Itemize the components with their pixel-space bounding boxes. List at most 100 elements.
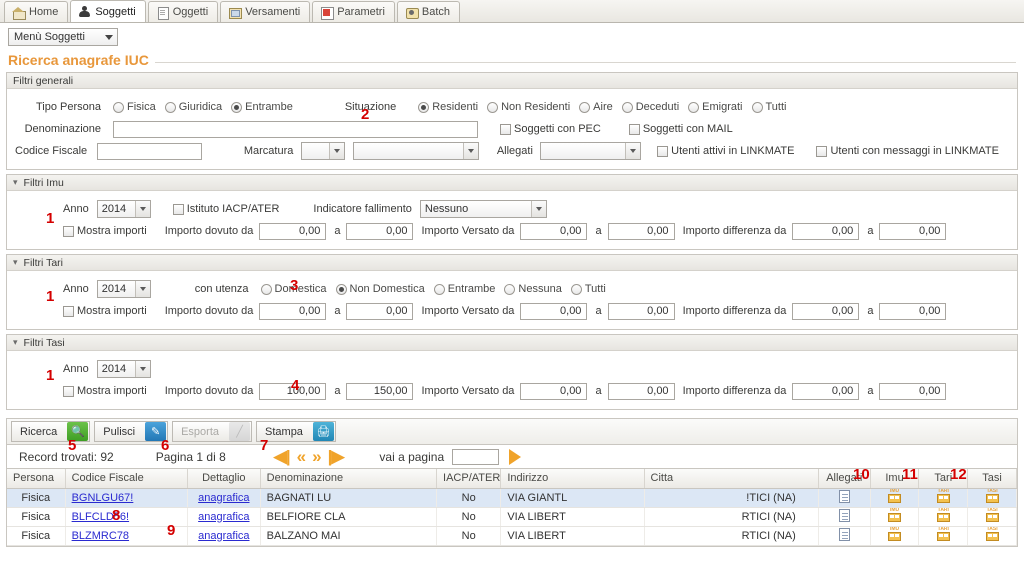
codice-fiscale-link[interactable]: BGNLGU67! (72, 492, 134, 504)
col-denominazione[interactable]: Denominazione (260, 469, 438, 489)
ricerca-button[interactable]: Ricerca 🔍 (11, 421, 91, 442)
radio-tipo-fisica[interactable]: Fisica (113, 101, 156, 113)
attachment-icon[interactable] (838, 508, 850, 522)
radio-tipo-entrambe[interactable]: Entrambe (231, 101, 293, 113)
imu-versato-a-input[interactable] (607, 222, 675, 240)
radio-tipo-giuridica[interactable]: Giuridica (164, 101, 222, 113)
table-row[interactable]: Fisica BGNLGU67! anagrafica BAGNATI LU N… (7, 488, 1017, 508)
checkbox-utenti-attivi-linkmate[interactable]: Utenti attivi in LINKMATE (657, 145, 794, 157)
go-button[interactable] (509, 448, 522, 465)
radio-utenza-tutti[interactable]: Tutti (570, 283, 606, 295)
cell-tasi[interactable]: TASI (967, 526, 1017, 546)
checkbox-utenti-messaggi-linkmate[interactable]: Utenti con messaggi in LINKMATE (816, 145, 999, 157)
cell-allegati[interactable] (818, 526, 871, 546)
marcatura-detail-select[interactable] (352, 142, 479, 160)
cell-imu[interactable]: IMU (870, 488, 920, 508)
next-page-button[interactable]: » (312, 447, 322, 467)
imu-anno-select[interactable]: 2014 (96, 200, 151, 218)
indicatore-fallimento-select[interactable]: Nessuno (419, 200, 547, 218)
imu-icon[interactable]: IMU (887, 526, 902, 542)
tasi-icon[interactable]: TASI (985, 526, 1000, 542)
checkbox-tari-mostra-importi[interactable]: Mostra importi (63, 305, 147, 317)
tari-differenza-a-input[interactable] (879, 302, 947, 320)
checkbox-istituto-iacp-ater[interactable]: Istituto IACP/ATER (172, 203, 279, 215)
tasi-differenza-da-input[interactable] (792, 382, 860, 400)
imu-icon[interactable]: IMU (887, 507, 902, 523)
radio-situazione-aire[interactable]: Aire (579, 101, 613, 113)
attachment-icon[interactable] (838, 489, 850, 503)
col-iacp-ater[interactable]: IACP/ATER (436, 469, 502, 489)
tasi-differenza-a-input[interactable] (879, 382, 947, 400)
imu-icon[interactable]: IMU (887, 488, 902, 504)
col-indirizzo[interactable]: Indirizzo (500, 469, 645, 489)
cell-tari[interactable]: TARI (918, 526, 969, 546)
radio-situazione-non-residenti[interactable]: Non Residenti (487, 101, 570, 113)
cell-imu[interactable]: IMU (870, 526, 920, 546)
anagrafica-link[interactable]: anagrafica (198, 492, 249, 504)
tasi-icon[interactable]: TASI (985, 488, 1000, 504)
tasi-icon[interactable]: TASI (985, 507, 1000, 523)
tari-icon[interactable]: TARI (936, 507, 951, 523)
radio-situazione-residenti[interactable]: Residenti (418, 101, 478, 113)
prev-page-button[interactable]: « (297, 447, 307, 467)
col-tasi[interactable]: Tasi (967, 469, 1017, 489)
cell-tari[interactable]: TARI (918, 507, 969, 527)
table-row[interactable]: Fisica BLZMRC78 anagrafica BALZANO MAI N… (7, 526, 1017, 546)
allegati-select[interactable] (539, 142, 642, 160)
panel-filtri-generali-header[interactable]: Filtri generali (7, 73, 1017, 89)
panel-filtri-tari-header[interactable]: ▾ Filtri Tari (7, 255, 1017, 271)
codice-fiscale-input[interactable] (96, 142, 202, 160)
checkbox-soggetti-mail[interactable]: Soggetti con MAIL (628, 123, 733, 135)
radio-situazione-deceduti[interactable]: Deceduti (621, 101, 679, 113)
tasi-versato-da-input[interactable] (520, 382, 588, 400)
marcatura-select[interactable] (301, 142, 345, 160)
tasi-versato-a-input[interactable] (607, 382, 675, 400)
panel-filtri-imu-header[interactable]: ▾ Filtri Imu (7, 175, 1017, 191)
tari-dovuto-da-input[interactable] (259, 302, 327, 320)
radio-utenza-entrambe[interactable]: Entrambe (433, 283, 495, 295)
col-codice-fiscale[interactable]: Codice Fiscale (65, 469, 189, 489)
col-dettaglio[interactable]: Dettaglio (187, 469, 261, 489)
tab-batch[interactable]: Batch (396, 1, 461, 22)
first-page-button[interactable]: ◀| (274, 447, 291, 467)
tari-versato-da-input[interactable] (520, 302, 588, 320)
tab-home[interactable]: Home (4, 1, 69, 22)
tari-versato-a-input[interactable] (607, 302, 675, 320)
tab-soggetti[interactable]: Soggetti (70, 0, 146, 22)
denominazione-input[interactable] (113, 120, 478, 138)
tari-dovuto-a-input[interactable] (346, 302, 414, 320)
codice-fiscale-link[interactable]: BLFCLD56! (72, 511, 129, 523)
checkbox-tasi-mostra-importi[interactable]: Mostra importi (63, 385, 147, 397)
col-citta[interactable]: Citta (644, 469, 819, 489)
imu-differenza-a-input[interactable] (879, 222, 947, 240)
tari-differenza-da-input[interactable] (792, 302, 860, 320)
checkbox-soggetti-pec[interactable]: Soggetti con PEC (500, 123, 601, 135)
radio-situazione-emigrati[interactable]: Emigrati (688, 101, 743, 113)
tasi-anno-select[interactable]: 2014 (96, 360, 151, 378)
esporta-button[interactable]: Esporta ╱ (172, 421, 253, 442)
radio-utenza-non-domestica[interactable]: Non Domestica (335, 283, 425, 295)
codice-fiscale-link[interactable]: BLZMRC78 (72, 530, 129, 542)
tab-oggetti[interactable]: Oggetti (147, 1, 219, 22)
cell-tasi[interactable]: TASI (967, 507, 1017, 527)
cell-tari[interactable]: TARI (918, 488, 969, 508)
checkbox-imu-mostra-importi[interactable]: Mostra importi (63, 225, 147, 237)
tab-versamenti[interactable]: Versamenti (220, 1, 311, 22)
table-row[interactable]: Fisica BLFCLD56! anagrafica BELFIORE CLA… (7, 507, 1017, 527)
imu-differenza-da-input[interactable] (792, 222, 860, 240)
tari-icon[interactable]: TARI (936, 526, 951, 542)
cell-allegati[interactable] (818, 488, 871, 508)
col-persona[interactable]: Persona (7, 469, 66, 489)
anagrafica-link[interactable]: anagrafica (198, 511, 249, 523)
tab-parametri[interactable]: Parametri (312, 1, 395, 22)
cell-allegati[interactable] (818, 507, 871, 527)
pulisci-button[interactable]: Pulisci ✎ (94, 421, 169, 442)
tasi-dovuto-a-input[interactable] (346, 382, 414, 400)
imu-versato-da-input[interactable] (520, 222, 588, 240)
radio-utenza-nessuna[interactable]: Nessuna (504, 283, 562, 295)
panel-filtri-tasi-header[interactable]: ▾ Filtri Tasi (7, 335, 1017, 351)
tari-anno-select[interactable]: 2014 (96, 280, 151, 298)
cell-tasi[interactable]: TASI (967, 488, 1017, 508)
imu-dovuto-da-input[interactable] (259, 222, 327, 240)
cell-imu[interactable]: IMU (870, 507, 920, 527)
